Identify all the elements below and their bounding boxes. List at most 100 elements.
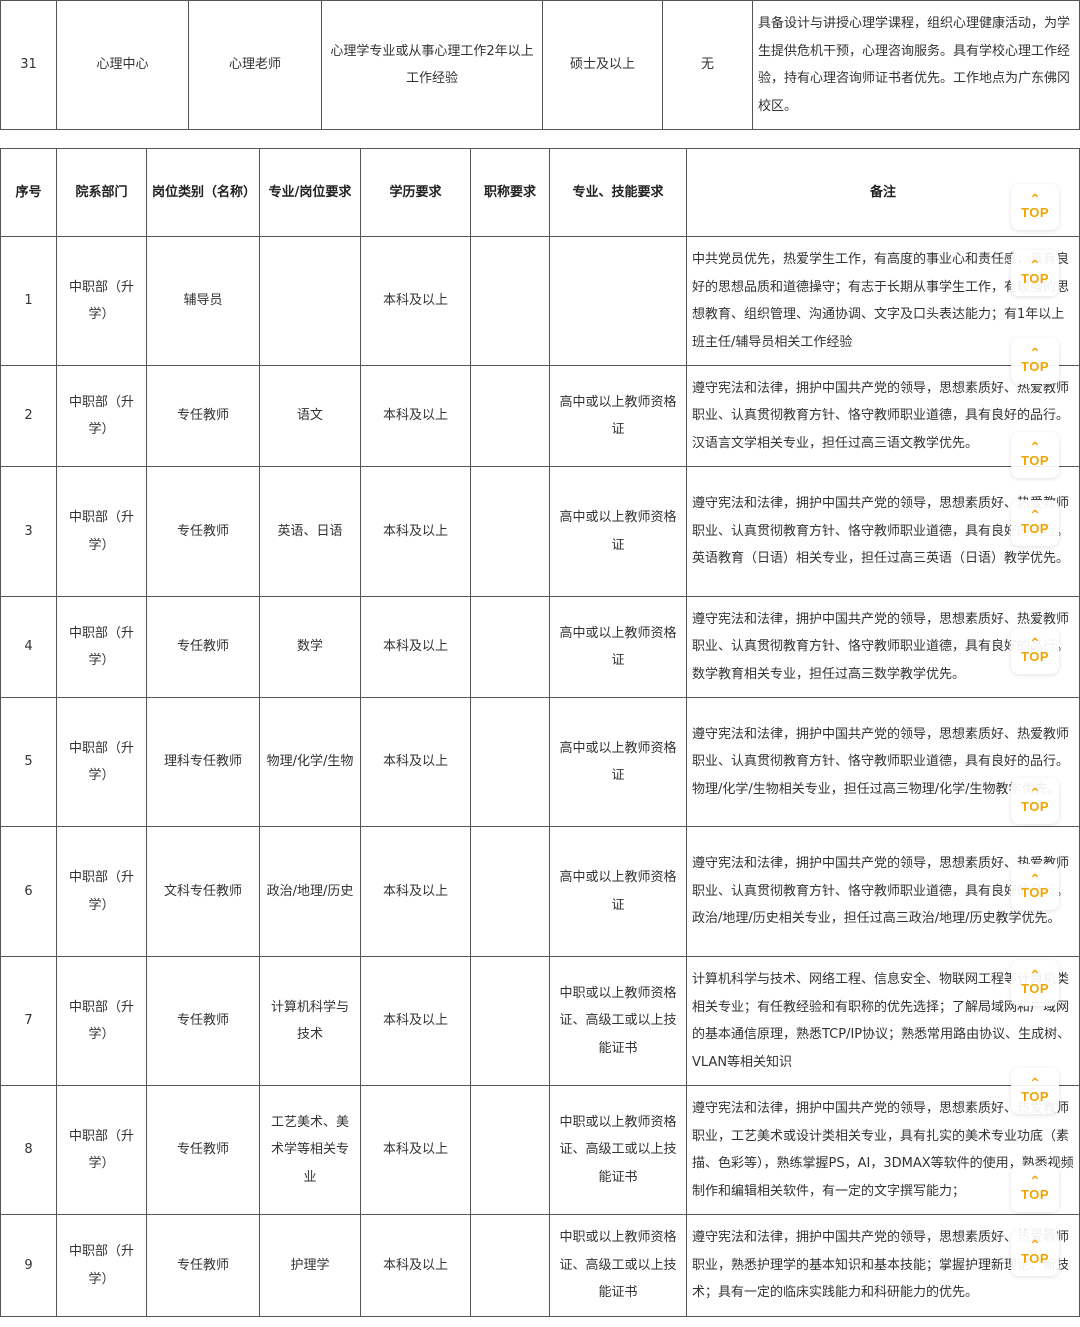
category-cell: 文科专任教师 [146, 826, 260, 957]
row-number: 4 [0, 596, 57, 698]
major-cell: 物理/化学/生物 [259, 697, 361, 827]
top-label: TOP [1021, 453, 1049, 468]
top-label: TOP [1021, 1187, 1049, 1202]
education-cell: 本科及以上 [360, 365, 471, 467]
title-cell [470, 956, 550, 1086]
back-to-top-button[interactable]: ⌃ TOP [1011, 864, 1059, 910]
back-to-top-button[interactable]: ⌃ TOP [1011, 338, 1059, 384]
education-cell: 本科及以上 [360, 697, 471, 827]
header-row: 序号 院系部门 岗位类别（名称） 专业/岗位要求 学历要求 职称要求 专业、技能… [0, 148, 1080, 237]
top-label: TOP [1021, 885, 1049, 900]
category-cell: 专任教师 [146, 466, 260, 597]
skill-cell: 中职或以上教师资格证、高级工或以上技能证书 [549, 956, 687, 1086]
back-to-top-button[interactable]: ⌃ TOP [1011, 960, 1059, 1006]
recruitment-table: 序号 院系部门 岗位类别（名称） 专业/岗位要求 学历要求 职称要求 专业、技能… [0, 148, 1080, 1317]
header-category: 岗位类别（名称） [146, 148, 260, 237]
row-number: 5 [0, 697, 57, 827]
back-to-top-button[interactable]: ⌃ TOP [1011, 1068, 1059, 1114]
department-cell: 心理中心 [56, 0, 189, 130]
skill-cell: 高中或以上教师资格证 [549, 697, 687, 827]
title-cell [470, 466, 550, 597]
back-to-top-button[interactable]: ⌃ TOP [1011, 184, 1059, 230]
top-label: TOP [1021, 521, 1049, 536]
back-to-top-button[interactable]: ⌃ TOP [1011, 250, 1059, 296]
skill-cell: 高中或以上教师资格证 [549, 466, 687, 597]
top-label: TOP [1021, 1251, 1049, 1266]
education-cell: 本科及以上 [360, 466, 471, 597]
major-cell: 政治/地理/历史 [259, 826, 361, 957]
title-cell [470, 365, 550, 467]
education-cell: 本科及以上 [360, 596, 471, 698]
row-number: 8 [0, 1085, 57, 1215]
top-label: TOP [1021, 271, 1049, 286]
education-cell: 本科及以上 [360, 1085, 471, 1215]
category-cell: 专任教师 [146, 596, 260, 698]
department-cell: 中职部（升学） [56, 1085, 147, 1215]
department-cell: 中职部（升学） [56, 236, 147, 366]
education-cell: 本科及以上 [360, 956, 471, 1086]
education-cell: 本科及以上 [360, 236, 471, 366]
major-cell: 护理学 [259, 1214, 361, 1317]
top-label: TOP [1021, 205, 1049, 220]
department-cell: 中职部（升学） [56, 365, 147, 467]
back-to-top-button[interactable]: ⌃ TOP [1011, 778, 1059, 824]
major-cell: 计算机科学与技术 [259, 956, 361, 1086]
title-cell [470, 1214, 550, 1317]
table-row: 8 中职部（升学） 专任教师 工艺美术、美术学等相关专业 本科及以上 中职或以上教师资格证… [0, 1085, 1080, 1215]
title-cell: 无 [662, 0, 753, 130]
row-number: 7 [0, 956, 57, 1086]
category-cell: 专任教师 [146, 956, 260, 1086]
back-to-top-button[interactable]: ⌃ TOP [1011, 628, 1059, 674]
row-number: 6 [0, 826, 57, 957]
skill-cell [549, 236, 687, 366]
major-cell: 数学 [259, 596, 361, 698]
category-cell: 专任教师 [146, 1085, 260, 1215]
row-number: 1 [0, 236, 57, 366]
department-cell: 中职部（升学） [56, 596, 147, 698]
skill-cell: 中职或以上教师资格证、高级工或以上技能证书 [549, 1085, 687, 1215]
department-cell: 中职部（升学） [56, 826, 147, 957]
major-cell: 语文 [259, 365, 361, 467]
title-cell [470, 826, 550, 957]
skill-cell: 高中或以上教师资格证 [549, 596, 687, 698]
skill-cell: 高中或以上教师资格证 [549, 826, 687, 957]
note-cell: 具备设计与讲授心理学课程，组织心理健康活动，为学生提供危机干预，心理咨询服务。具… [752, 0, 1080, 130]
top-table: 31 心理中心 心理老师 心理学专业或从事心理工作2年以上工作经验 硕士及以上 … [0, 0, 1080, 130]
back-to-top-button[interactable]: ⌃ TOP [1011, 1166, 1059, 1212]
table-row: 9 中职部（升学） 专任教师 护理学 本科及以上 中职或以上教师资格证、高级工或以上技能证… [0, 1214, 1080, 1317]
top-label: TOP [1021, 1089, 1049, 1104]
header-title: 职称要求 [470, 148, 550, 237]
table-row: 1 中职部（升学） 辅导员 本科及以上 中共党员优先，热爱学生工作，有高度的事业心和责任… [0, 236, 1080, 366]
table-row: 6 中职部（升学） 文科专任教师 政治/地理/历史 本科及以上 高中或以上教师资格证 遵守宪… [0, 826, 1080, 957]
back-to-top-button[interactable]: ⌃ TOP [1011, 1230, 1059, 1276]
header-department: 院系部门 [56, 148, 147, 237]
top-label: TOP [1021, 359, 1049, 374]
top-label: TOP [1021, 799, 1049, 814]
major-cell: 心理学专业或从事心理工作2年以上工作经验 [321, 0, 543, 130]
header-skill: 专业、技能要求 [549, 148, 687, 237]
department-cell: 中职部（升学） [56, 466, 147, 597]
category-cell: 专任教师 [146, 1214, 260, 1317]
title-cell [470, 236, 550, 366]
back-to-top-button[interactable]: ⌃ TOP [1011, 432, 1059, 478]
category-cell: 辅导员 [146, 236, 260, 366]
header-no: 序号 [0, 148, 57, 237]
table-row: 31 心理中心 心理老师 心理学专业或从事心理工作2年以上工作经验 硕士及以上 … [0, 0, 1080, 130]
title-cell [470, 697, 550, 827]
table-row: 2 中职部（升学） 专任教师 语文 本科及以上 高中或以上教师资格证 遵守宪法和法律，拥护中… [0, 365, 1080, 467]
title-cell [470, 596, 550, 698]
skill-cell: 高中或以上教师资格证 [549, 365, 687, 467]
major-cell: 英语、日语 [259, 466, 361, 597]
row-number: 31 [0, 0, 57, 130]
row-number: 9 [0, 1214, 57, 1317]
category-cell: 专任教师 [146, 365, 260, 467]
major-cell [259, 236, 361, 366]
table-row: 7 中职部（升学） 专任教师 计算机科学与技术 本科及以上 中职或以上教师资格证、高级工或… [0, 956, 1080, 1086]
table-row: 4 中职部（升学） 专任教师 数学 本科及以上 高中或以上教师资格证 遵守宪法和法律，拥护中… [0, 596, 1080, 698]
row-number: 2 [0, 365, 57, 467]
education-cell: 本科及以上 [360, 826, 471, 957]
education-cell: 本科及以上 [360, 1214, 471, 1317]
table-body: 1 中职部（升学） 辅导员 本科及以上 中共党员优先，热爱学生工作，有高度的事业心和责任… [0, 236, 1080, 1317]
category-cell: 理科专任教师 [146, 697, 260, 827]
back-to-top-button[interactable]: ⌃ TOP [1011, 500, 1059, 546]
